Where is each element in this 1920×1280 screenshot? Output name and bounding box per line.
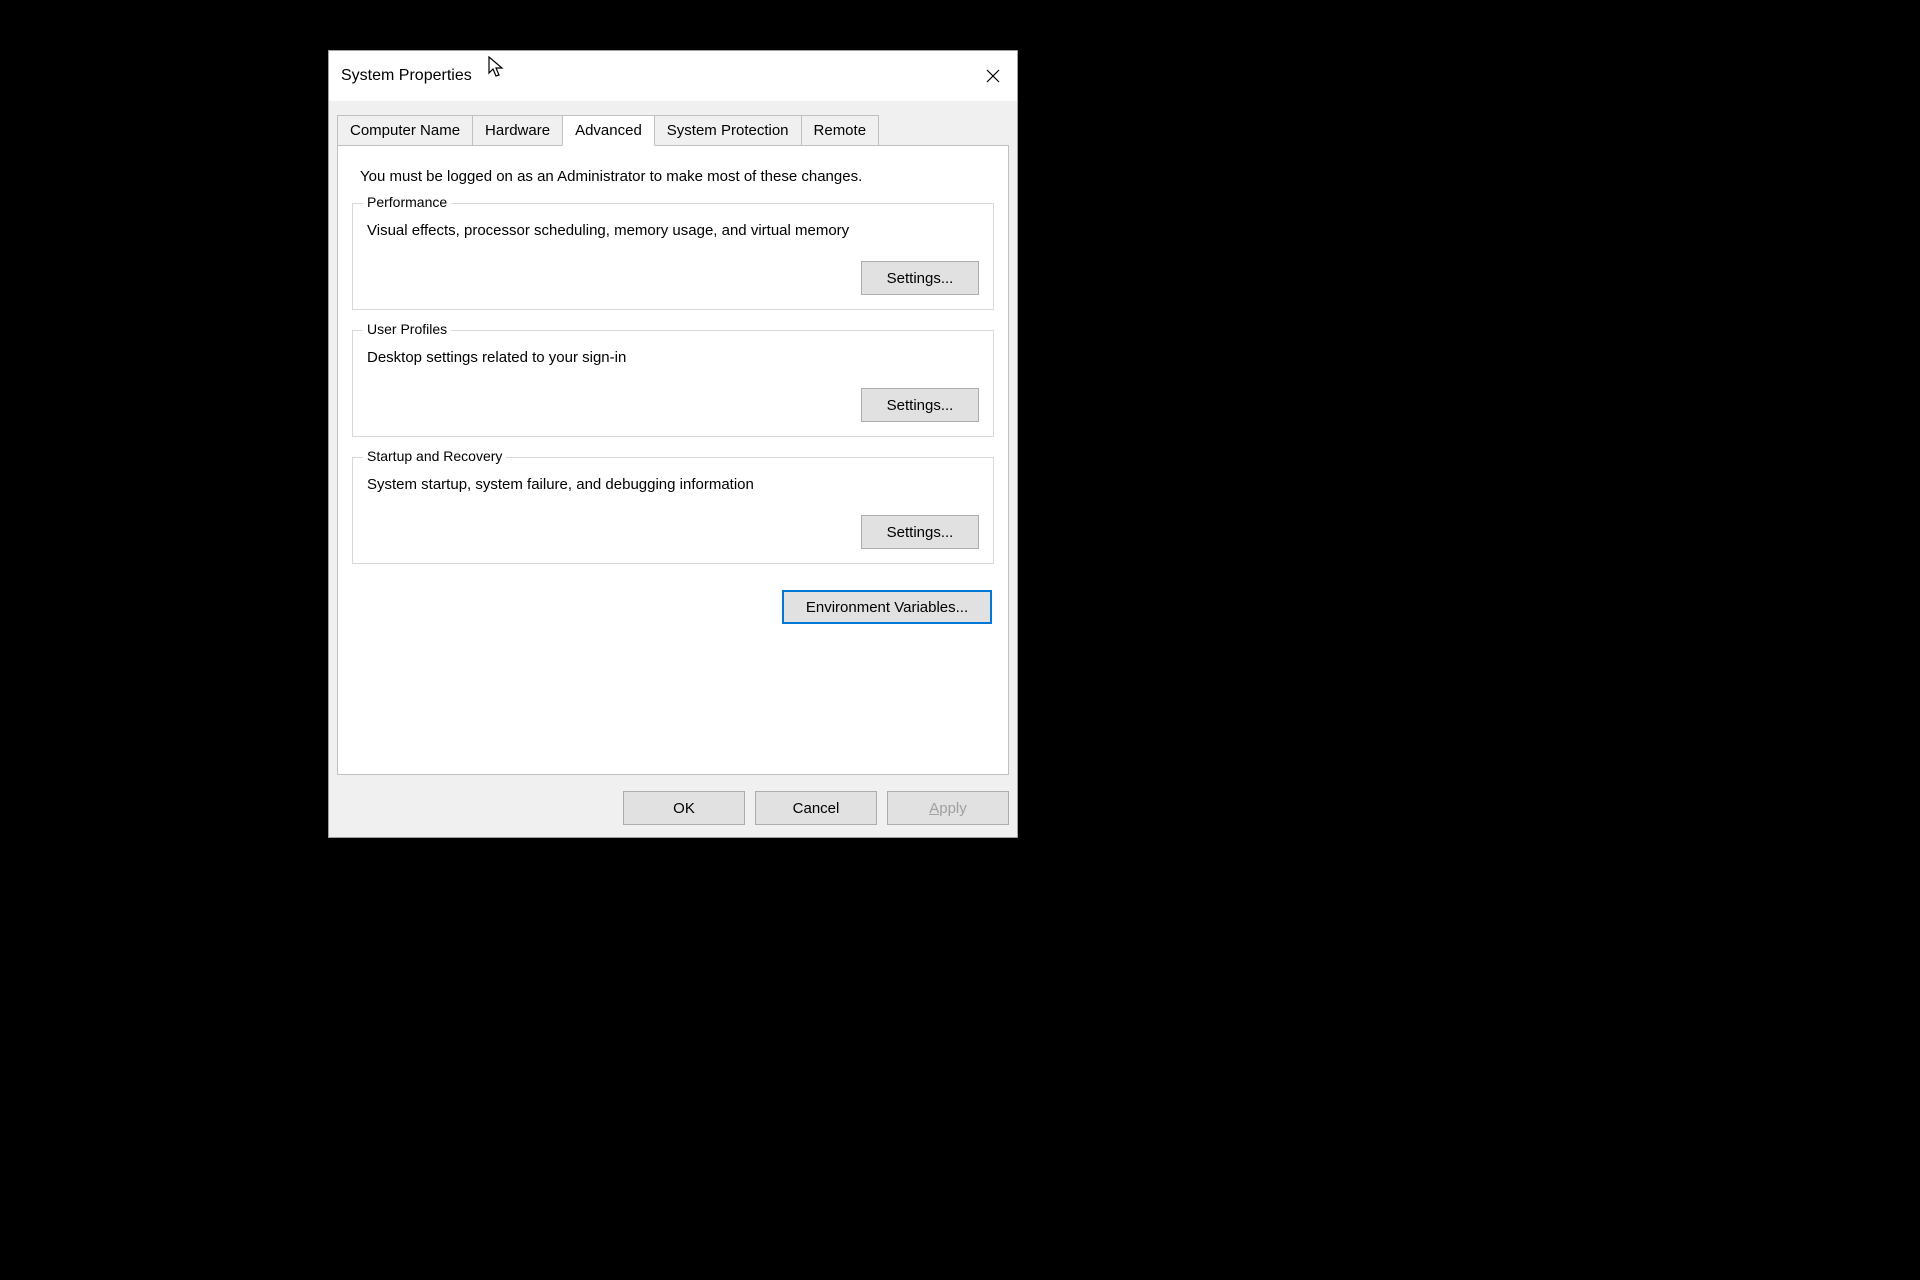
apply-label-tail: pply <box>939 800 967 817</box>
tab-hardware[interactable]: Hardware <box>472 115 563 146</box>
startup-recovery-desc: System startup, system failure, and debu… <box>367 476 979 493</box>
performance-group: Performance Visual effects, processor sc… <box>352 203 994 310</box>
tab-panel-advanced: You must be logged on as an Administrato… <box>337 145 1009 775</box>
tab-computer-name[interactable]: Computer Name <box>337 115 473 146</box>
system-properties-dialog: System Properties Computer Name Hardware… <box>328 50 1018 838</box>
ok-button[interactable]: OK <box>623 791 745 825</box>
close-icon <box>986 69 1000 83</box>
apply-button[interactable]: Apply <box>887 791 1009 825</box>
admin-notice: You must be logged on as an Administrato… <box>352 168 994 185</box>
user-profiles-title: User Profiles <box>363 321 451 337</box>
titlebar[interactable]: System Properties <box>329 51 1017 101</box>
tab-strip: Computer Name Hardware Advanced System P… <box>329 115 1017 146</box>
startup-recovery-settings-button[interactable]: Settings... <box>861 515 979 549</box>
performance-desc: Visual effects, processor scheduling, me… <box>367 222 979 239</box>
performance-settings-button[interactable]: Settings... <box>861 261 979 295</box>
close-button[interactable] <box>969 51 1017 101</box>
startup-recovery-group: Startup and Recovery System startup, sys… <box>352 457 994 564</box>
env-variables-row: Environment Variables... <box>352 590 994 624</box>
cancel-button[interactable]: Cancel <box>755 791 877 825</box>
performance-title: Performance <box>363 194 451 210</box>
startup-recovery-title: Startup and Recovery <box>363 448 506 464</box>
user-profiles-desc: Desktop settings related to your sign-in <box>367 349 979 366</box>
tab-remote[interactable]: Remote <box>801 115 880 146</box>
environment-variables-button[interactable]: Environment Variables... <box>782 590 992 624</box>
tab-advanced[interactable]: Advanced <box>562 115 655 146</box>
window-title: System Properties <box>341 67 472 85</box>
dialog-action-bar: OK Cancel Apply <box>623 791 1009 825</box>
user-profiles-settings-button[interactable]: Settings... <box>861 388 979 422</box>
user-profiles-group: User Profiles Desktop settings related t… <box>352 330 994 437</box>
tab-system-protection[interactable]: System Protection <box>654 115 802 146</box>
